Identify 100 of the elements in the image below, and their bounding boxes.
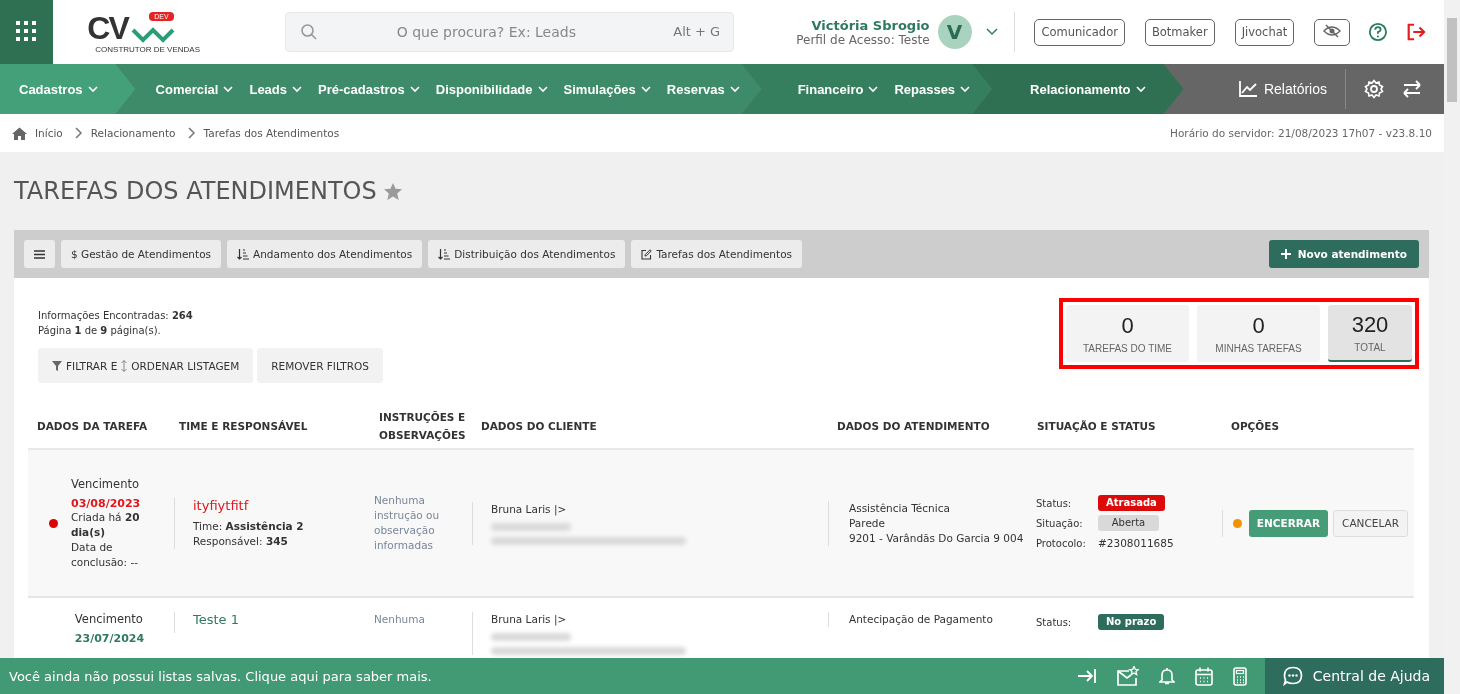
up-down-arrow-icon (121, 359, 128, 372)
column-header: OPÇÕES (1230, 418, 1280, 434)
filter-sort-button[interactable]: FILTRAR E ORDENAR LISTAGEM (38, 348, 254, 383)
help-icon[interactable] (1368, 21, 1389, 43)
shortcut-hint: Alt + G (673, 24, 721, 39)
attendance-info: Parede (849, 515, 886, 531)
due-label: Vencimento (74, 612, 144, 626)
menu-item[interactable]: Pré-cadastros (318, 81, 420, 97)
header-button[interactable]: Botmaker (1144, 18, 1215, 46)
server-time: Horário do servidor: 21/08/2023 17h07 - v23.8.10 (1170, 127, 1432, 139)
chevron-down-icon[interactable] (985, 28, 998, 36)
menu-item[interactable]: Repasses (894, 81, 971, 97)
completion-info: Data de conclusão: -- (71, 539, 139, 570)
menu-item[interactable]: Simulações (563, 81, 651, 97)
header-button[interactable]: Comunicador (1034, 18, 1125, 46)
menu-item[interactable]: Comercial (155, 81, 234, 97)
toolbar-tab[interactable]: Tarefas dos Atendimentos (631, 240, 803, 268)
menu-item[interactable]: Relacionamento (1030, 81, 1146, 97)
sort-icon (237, 248, 250, 260)
chevron-down-icon (87, 85, 98, 93)
instructions-text: Nenhuma instrução ou observação informadas (374, 493, 441, 553)
menu-item[interactable]: Leads (249, 81, 303, 97)
chevron-down-icon (292, 85, 303, 93)
created-info: Criada há 20 dia(s) (71, 509, 141, 540)
status-badge: No prazo (1098, 614, 1165, 630)
chat-bubble-icon (1282, 666, 1303, 686)
star-icon[interactable] (382, 181, 403, 201)
results-count: Informações Encontradas: 264 (38, 309, 194, 323)
protocol-number: #2308011685 (1098, 535, 1174, 551)
apps-grid-button[interactable] (0, 0, 54, 64)
breadcrumb-link[interactable]: Início (35, 127, 63, 139)
due-date: 23/07/2024 (74, 632, 145, 645)
menu-item[interactable]: Reservas (666, 81, 740, 97)
breadcrumb-link[interactable]: Tarefas dos Atendimentos (203, 127, 340, 139)
counter-tab[interactable]: 0 TAREFAS DO TIME (1066, 305, 1189, 362)
sort-icon (438, 248, 451, 260)
chevron-down-icon (409, 85, 420, 93)
swap-icon[interactable] (1402, 80, 1422, 98)
filter-icon (52, 360, 62, 371)
new-attendance-button[interactable]: Novo atendimento (1268, 240, 1419, 268)
remove-filters-button[interactable]: REMOVER FILTROS (257, 348, 383, 383)
bell-icon[interactable] (1158, 667, 1175, 685)
settings-icon[interactable] (1364, 79, 1384, 99)
counter-tab[interactable]: 0 MINHAS TAREFAS (1197, 305, 1320, 362)
chevron-right-icon (187, 127, 196, 139)
attendance-info: Assistência Técnica (849, 500, 951, 516)
chevron-right-icon (74, 127, 83, 139)
reports-link[interactable]: Relatórios (1237, 80, 1327, 98)
page-info: Página 1 de 9 página(s). (38, 324, 162, 338)
hide-values-button[interactable] (1314, 18, 1351, 46)
column-header: DADOS DA TAREFA (36, 418, 149, 434)
toolbar-tab[interactable]: Distribuição dos Atendimentos (428, 240, 626, 268)
client-name: Bruna Laris |> (491, 501, 568, 517)
arrow-to-line-icon[interactable] (1076, 668, 1097, 684)
calendar-icon[interactable] (1194, 666, 1213, 686)
status-label: Status: (1036, 615, 1073, 630)
instructions-text: Nenhuma (374, 612, 426, 627)
page-title: TAREFAS DOS ATENDIMENTOS (14, 177, 377, 205)
edit-icon (641, 248, 653, 260)
toolbar-tab[interactable]: $ Gestão de Atendimentos (61, 240, 222, 268)
status-label: Situação: (1036, 516, 1084, 531)
due-date: 03/08/2023 (71, 496, 142, 510)
chevron-down-icon (537, 85, 548, 93)
help-center-button[interactable]: Central de Ajuda (1264, 658, 1444, 694)
header-button[interactable]: Jivochat (1234, 18, 1295, 46)
menu-item[interactable]: Financeiro (797, 81, 879, 97)
plus-icon (1280, 249, 1291, 259)
logo-mark: CV (87, 10, 128, 46)
chevron-down-icon (223, 85, 234, 93)
status-label: Protocolo: (1036, 536, 1087, 551)
mail-star-icon[interactable] (1116, 666, 1139, 686)
user-name: Victória Sbrogio (811, 17, 930, 33)
task-title[interactable]: ityfiytfitf (193, 497, 370, 513)
chevron-down-icon (729, 85, 740, 93)
scrollbar-thumb[interactable] (1447, 18, 1457, 102)
status-badge: Atrasada (1098, 495, 1165, 511)
menu-button[interactable] (24, 240, 55, 268)
saved-lists-message[interactable]: Você ainda não possui listas salvas. Clique aqui para saber mais. (0, 668, 432, 684)
chevron-down-icon (960, 85, 971, 93)
line-chart-icon (1237, 80, 1258, 98)
chevron-down-icon (1135, 85, 1146, 93)
column-header: DADOS DO ATENDIMENTO (836, 418, 991, 434)
calculator-icon[interactable] (1232, 666, 1247, 686)
eye-off-icon (1323, 23, 1342, 38)
menu-item[interactable]: Disponibilidade (435, 81, 548, 97)
toolbar-tab[interactable]: Andamento dos Atendimentos (227, 240, 423, 268)
logout-icon[interactable] (1406, 22, 1426, 42)
menu-item[interactable]: Cadastros (19, 81, 98, 97)
breadcrumb-link[interactable]: Relacionamento (90, 127, 176, 139)
home-icon (12, 126, 27, 140)
menu-icon (34, 249, 45, 259)
attendance-info: 9201 - Varândãs Do Garcia 9 004 (849, 530, 1025, 546)
status-label: Status: (1036, 496, 1073, 511)
team-info: Time: Assistência 2 (193, 518, 305, 534)
close-task-button[interactable]: ENCERRAR (1248, 509, 1329, 537)
avatar[interactable]: V (937, 15, 972, 49)
task-title[interactable]: Teste 1 (193, 612, 370, 627)
chevron-down-icon (640, 85, 651, 93)
cancel-task-button[interactable]: CANCELAR (1333, 509, 1408, 537)
counter-tab[interactable]: 320 TOTAL (1328, 305, 1412, 362)
